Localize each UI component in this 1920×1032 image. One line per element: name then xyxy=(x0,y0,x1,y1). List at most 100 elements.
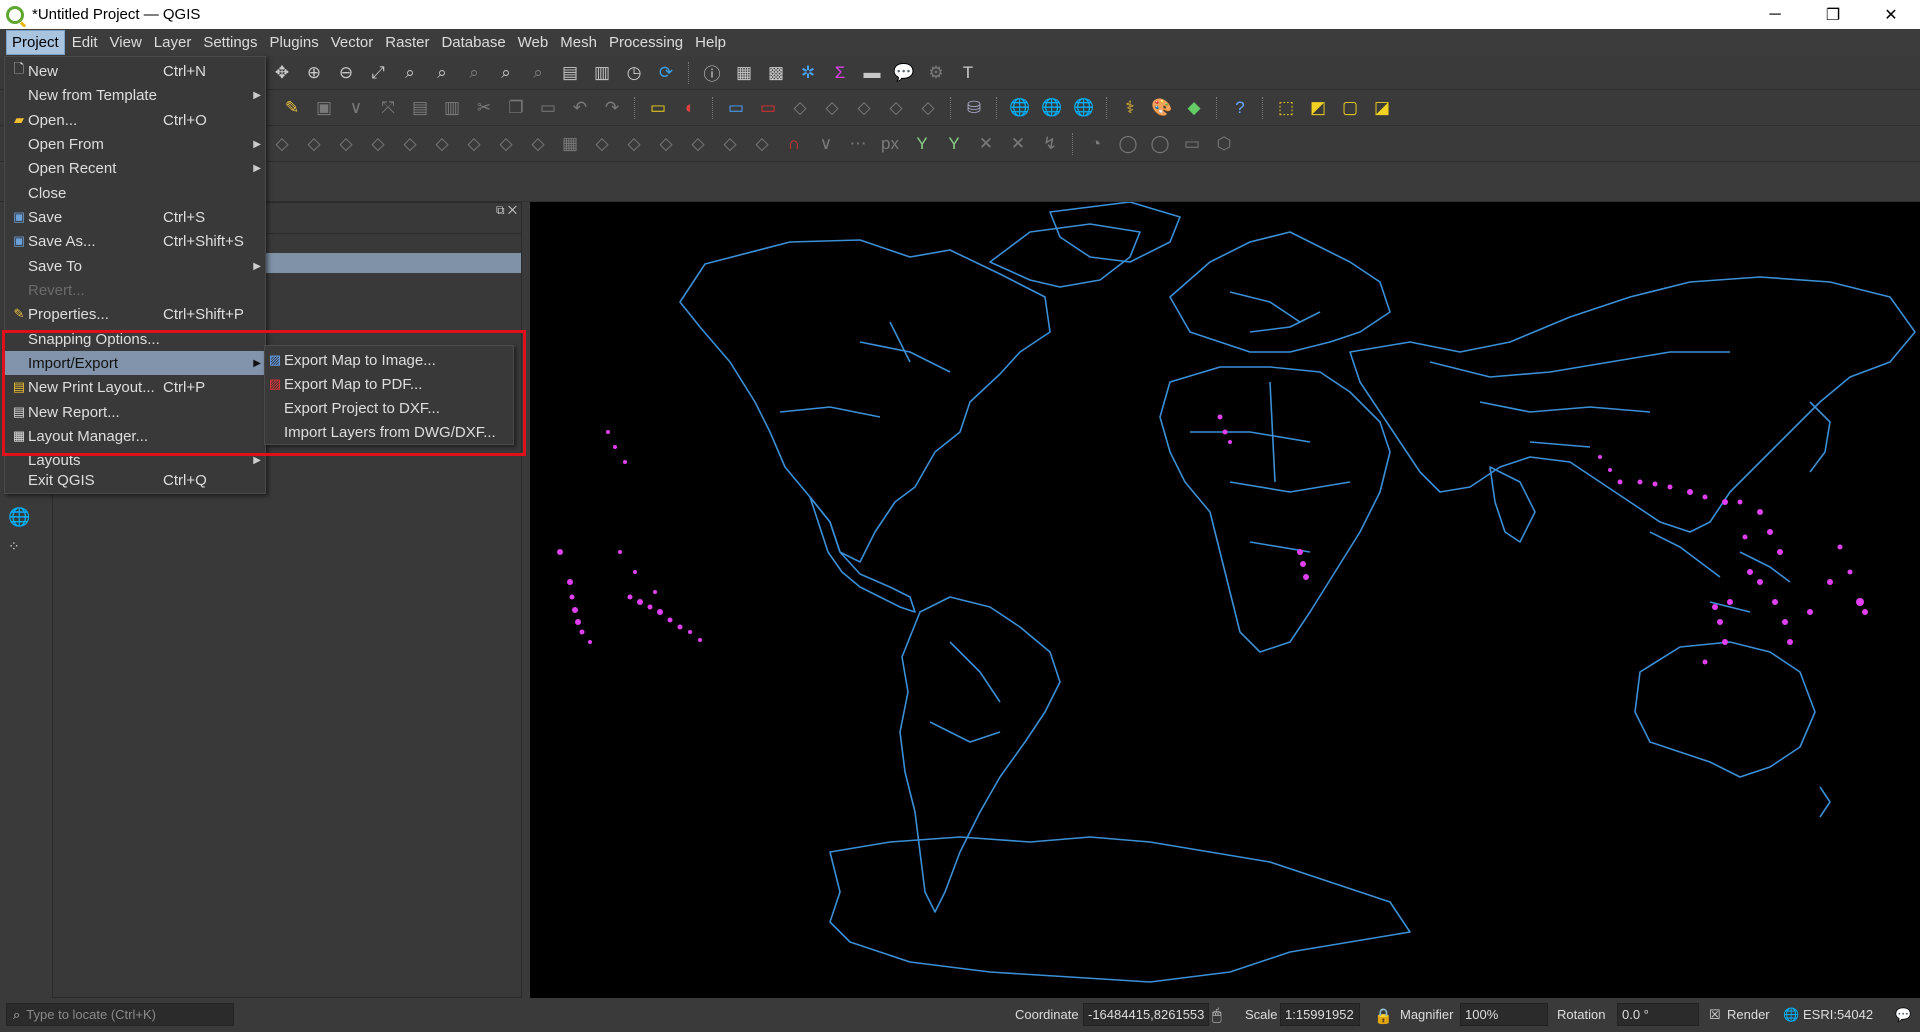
show-labels-icon[interactable]: ◇ xyxy=(787,95,813,121)
processing-toolbox-icon[interactable]: ✲ xyxy=(795,60,821,86)
copy-features-icon[interactable]: ❐ xyxy=(503,95,529,121)
temporal-controller-icon[interactable]: ◷ xyxy=(621,60,647,86)
menu-item-import-export[interactable]: Import/Export ▶ xyxy=(5,351,265,375)
snapping-icon[interactable]: ◇ xyxy=(269,131,295,157)
rotate-point-icon[interactable]: ◇ xyxy=(749,131,775,157)
coordinate-field[interactable]: -16484415,8261553 xyxy=(1083,1003,1209,1026)
pan-to-selection-icon[interactable]: ✥ xyxy=(269,60,295,86)
close-icon[interactable]: ✕ xyxy=(1862,0,1920,29)
menu-plugins[interactable]: Plugins xyxy=(265,31,324,54)
field-calculator-icon[interactable]: ▩ xyxy=(763,60,789,86)
rotate-label-icon[interactable]: ◇ xyxy=(851,95,877,121)
crs-label[interactable]: ESRI:54042 xyxy=(1803,1007,1873,1022)
text-annotation-icon[interactable]: T xyxy=(955,60,981,86)
add-vector-layer-icon[interactable]: ⁘ xyxy=(8,538,32,562)
menu-item-save[interactable]: ▣ Save Ctrl+S xyxy=(5,205,265,229)
zoom-native-icon[interactable]: ⌕ xyxy=(461,60,487,86)
menu-help[interactable]: Help xyxy=(690,31,731,54)
menu-item-import-dwg-dxf[interactable]: Import Layers from DWG/DXF... xyxy=(265,420,513,444)
pin-labels-icon[interactable]: ▭ xyxy=(755,95,781,121)
ellipse-icon[interactable]: ◯ xyxy=(1147,131,1173,157)
cut-features-icon[interactable]: ✂ xyxy=(471,95,497,121)
simplify-icon[interactable]: ◇ xyxy=(397,131,423,157)
menu-item-save-as[interactable]: ▣ Save As... Ctrl+Shift+S xyxy=(5,229,265,253)
attribute-table-icon[interactable]: ▦ xyxy=(731,60,757,86)
menu-item-properties[interactable]: ✎ Properties... Ctrl+Shift+P xyxy=(5,302,265,326)
deselect-icon[interactable]: ▢ xyxy=(1337,95,1363,121)
fill-ring-icon[interactable]: ◇ xyxy=(493,131,519,157)
delete-vertex-icon[interactable]: ✕ xyxy=(973,131,999,157)
menu-web[interactable]: Web xyxy=(513,31,554,54)
label-toolbar-icon[interactable]: ▭ xyxy=(645,95,671,121)
move-feature-icon[interactable]: ◇ xyxy=(333,131,359,157)
shape-digitize-icon[interactable]: ◔ xyxy=(1083,131,1109,157)
hide-label-icon[interactable]: ◇ xyxy=(915,95,941,121)
merge-features-icon[interactable]: ◇ xyxy=(685,131,711,157)
menu-item-exit[interactable]: Exit QGIS Ctrl+Q xyxy=(5,468,265,492)
wfs-icon[interactable]: 🌐 xyxy=(1039,95,1065,121)
magnifier-field[interactable]: 100% xyxy=(1460,1003,1548,1026)
menu-item-close[interactable]: Close xyxy=(5,181,265,205)
menu-item-export-map-pdf[interactable]: ▨ Export Map to PDF... xyxy=(265,372,513,396)
metasearch-icon[interactable]: 🌐 xyxy=(1071,95,1097,121)
lock-scale-icon[interactable]: 🔒 xyxy=(1374,1007,1393,1025)
pan-map-icon[interactable]: ◪ xyxy=(1369,95,1395,121)
zoom-layer-icon[interactable]: ⌕ xyxy=(429,60,455,86)
magnet-icon[interactable]: ∩ xyxy=(781,131,807,157)
paste-features-icon[interactable]: ▭ xyxy=(535,95,561,121)
toggle-editing-icon[interactable]: ✎ xyxy=(279,95,305,121)
menu-item-export-dxf[interactable]: Export Project to DXF... xyxy=(265,396,513,420)
undo-icon[interactable]: ↶ xyxy=(567,95,593,121)
crs-globe-icon[interactable]: 🌐 xyxy=(1783,1007,1799,1023)
wms-icon[interactable]: 🌐 xyxy=(1007,95,1033,121)
messages-icon[interactable]: 💬 xyxy=(1895,1007,1911,1023)
snap-tolerance-icon[interactable]: ⋯ xyxy=(845,131,871,157)
locator-search[interactable]: ⌕ Type to locate (Ctrl+K) xyxy=(6,1003,234,1026)
remove-vertex-icon[interactable]: ✕ xyxy=(1005,131,1031,157)
add-ring-icon[interactable]: ◇ xyxy=(429,131,455,157)
render-checkbox[interactable]: ☒ xyxy=(1709,1007,1721,1023)
redo-icon[interactable]: ↷ xyxy=(599,95,625,121)
map-canvas[interactable] xyxy=(530,202,1920,998)
refresh-icon[interactable]: ⟳ xyxy=(653,60,679,86)
menu-item-snapping-options[interactable]: Snapping Options... xyxy=(5,327,265,351)
float-close-panel-icon[interactable]: ⧉ ✕ xyxy=(496,203,517,218)
menu-settings[interactable]: Settings xyxy=(198,31,262,54)
menu-item-save-to[interactable]: Save To ▶ xyxy=(5,254,265,278)
split-parts-icon[interactable]: ◇ xyxy=(653,131,679,157)
reverse-line-icon[interactable]: ↯ xyxy=(1037,131,1063,157)
modify-attributes-icon[interactable]: ▤ xyxy=(407,95,433,121)
selected-layer-row[interactable] xyxy=(263,253,521,273)
node-tool-icon[interactable]: Y xyxy=(909,131,935,157)
menu-item-open-recent[interactable]: Open Recent ▶ xyxy=(5,156,265,180)
menu-item-new-report[interactable]: ▤ New Report... xyxy=(5,400,265,424)
polygon-icon[interactable]: ⬡ xyxy=(1211,131,1237,157)
vertex-editor-icon[interactable]: Y xyxy=(941,131,967,157)
settings-icon[interactable]: ⚙ xyxy=(923,60,949,86)
menu-raster[interactable]: Raster xyxy=(380,31,434,54)
toggle-extents-icon[interactable]: 🖱 xyxy=(1212,1007,1222,1025)
snap-type-icon[interactable]: ∨ xyxy=(813,131,839,157)
scale-field[interactable]: 1:15991952 xyxy=(1280,1003,1360,1026)
add-feature-icon[interactable]: ∨ xyxy=(343,95,369,121)
save-edits-icon[interactable]: ▣ xyxy=(311,95,337,121)
menu-layer[interactable]: Layer xyxy=(149,31,197,54)
rotate-feature-icon[interactable]: ◇ xyxy=(365,131,391,157)
move-label-icon[interactable]: ◇ xyxy=(819,95,845,121)
menu-vector[interactable]: Vector xyxy=(326,31,379,54)
style-manager-icon[interactable]: 🎨 xyxy=(1149,95,1175,121)
tracing-icon[interactable]: ◇ xyxy=(301,131,327,157)
db-manager-icon[interactable]: ⛁ xyxy=(961,95,987,121)
menu-view[interactable]: View xyxy=(105,31,147,54)
minimize-icon[interactable]: ─ xyxy=(1746,0,1804,29)
map-tips-icon[interactable]: 💬 xyxy=(891,60,917,86)
add-part-icon[interactable]: ◇ xyxy=(461,131,487,157)
snap-units-icon[interactable]: px xyxy=(877,131,903,157)
maximize-icon[interactable]: ❐ xyxy=(1804,0,1862,29)
rotation-field[interactable]: 0.0 ° xyxy=(1617,1003,1699,1026)
change-label-icon[interactable]: ◇ xyxy=(883,95,909,121)
menu-project[interactable]: Project xyxy=(6,30,65,55)
plugin-manager-icon[interactable]: ◆ xyxy=(1181,95,1207,121)
zoom-in-icon[interactable]: ⊕ xyxy=(301,60,327,86)
measure-icon[interactable]: ▬ xyxy=(859,60,885,86)
